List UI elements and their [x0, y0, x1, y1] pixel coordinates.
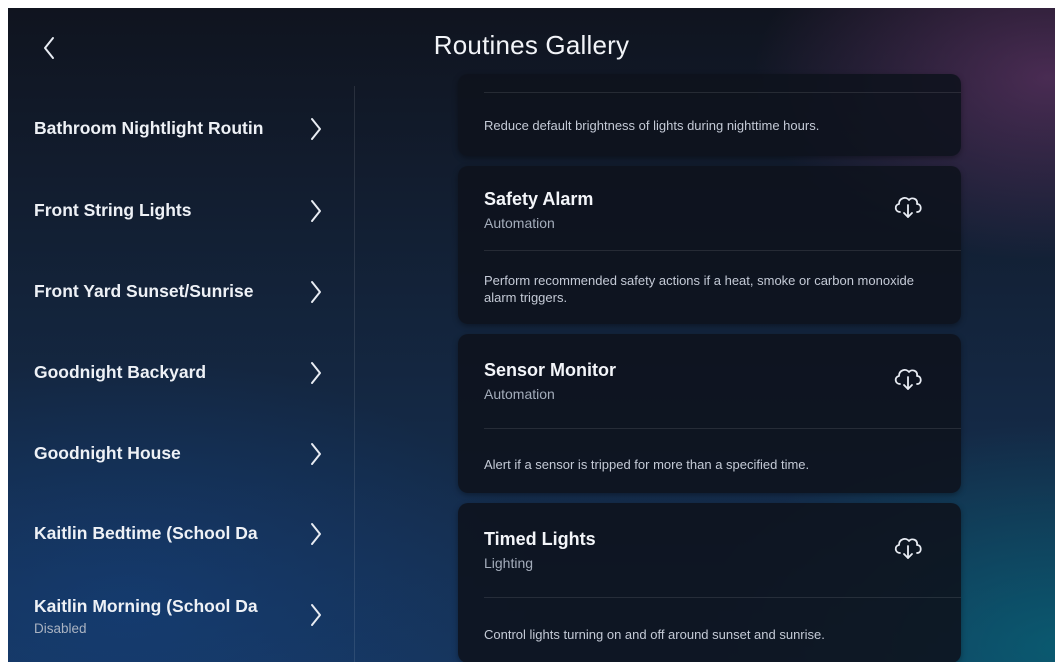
- download-button[interactable]: [890, 364, 926, 394]
- download-button[interactable]: [890, 533, 926, 563]
- card-category: Lighting: [484, 555, 534, 571]
- list-item[interactable]: Bathroom Nightlight Routin: [8, 86, 354, 166]
- list-item-label: Bathroom Nightlight Routin: [34, 118, 264, 138]
- chevron-right-icon: [311, 443, 321, 465]
- list-item-label: Kaitlin Bedtime (School Da: [34, 523, 258, 543]
- list-item-label: Front Yard Sunset/Sunrise: [34, 281, 254, 301]
- card-description: Reduce default brightness of lights duri…: [484, 118, 820, 133]
- card-divider: [484, 250, 961, 251]
- cloud-download-icon: [894, 197, 922, 218]
- cloud-download-icon: [894, 369, 922, 390]
- chevron-right-icon: [311, 200, 321, 222]
- routine-card[interactable]: Timed Lights Lighting Control lights tur…: [458, 503, 961, 662]
- routine-card[interactable]: Sensor Monitor Automation Alert if a sen…: [458, 334, 961, 493]
- card-title: Timed Lights: [484, 529, 596, 549]
- card-description: Perform recommended safety actions if a …: [484, 273, 914, 305]
- routine-gallery: Reduce default brightness of lights duri…: [458, 74, 961, 662]
- card-category: Automation: [484, 215, 555, 231]
- list-item[interactable]: Front Yard Sunset/Sunrise: [8, 246, 354, 326]
- card-divider: [484, 428, 961, 429]
- divider: [354, 86, 355, 662]
- card-divider: [484, 92, 961, 93]
- page-title: Routines Gallery: [433, 30, 630, 60]
- list-item[interactable]: Front String Lights: [8, 166, 354, 246]
- list-item-label: Kaitlin Morning (School Da: [34, 596, 258, 616]
- list-item[interactable]: Goodnight House: [8, 406, 354, 486]
- card-description: Control lights turning on and off around…: [484, 627, 825, 642]
- card-title: Safety Alarm: [484, 189, 594, 209]
- routine-list: Bathroom Nightlight Routin Front String …: [8, 86, 354, 662]
- chevron-right-icon: [311, 604, 321, 626]
- list-item[interactable]: Kaitlin Bedtime (School Da: [8, 486, 354, 566]
- list-item-label: Goodnight House: [34, 443, 181, 463]
- routine-card[interactable]: Safety Alarm Automation Perform recommen…: [458, 166, 961, 324]
- card-description: Alert if a sensor is tripped for more th…: [484, 457, 810, 472]
- card-title: Sensor Monitor: [484, 360, 617, 380]
- chevron-right-icon: [311, 523, 321, 545]
- list-item-label: Front String Lights: [34, 200, 192, 220]
- card-divider: [484, 597, 961, 598]
- list-item-label: Goodnight Backyard: [34, 362, 207, 382]
- list-item[interactable]: Goodnight Backyard: [8, 326, 354, 406]
- chevron-right-icon: [311, 281, 321, 303]
- list-item-status: Disabled: [34, 621, 87, 636]
- chevron-right-icon: [311, 118, 321, 140]
- download-button[interactable]: [890, 192, 926, 222]
- chevron-right-icon: [311, 362, 321, 384]
- routine-card[interactable]: Reduce default brightness of lights duri…: [458, 74, 961, 156]
- app-screen: Routines Gallery Bathroom Nightlight Rou…: [8, 8, 1055, 662]
- cloud-download-icon: [894, 538, 922, 559]
- list-item[interactable]: Kaitlin Morning (School Da Disabled: [8, 566, 354, 662]
- card-category: Automation: [484, 386, 555, 402]
